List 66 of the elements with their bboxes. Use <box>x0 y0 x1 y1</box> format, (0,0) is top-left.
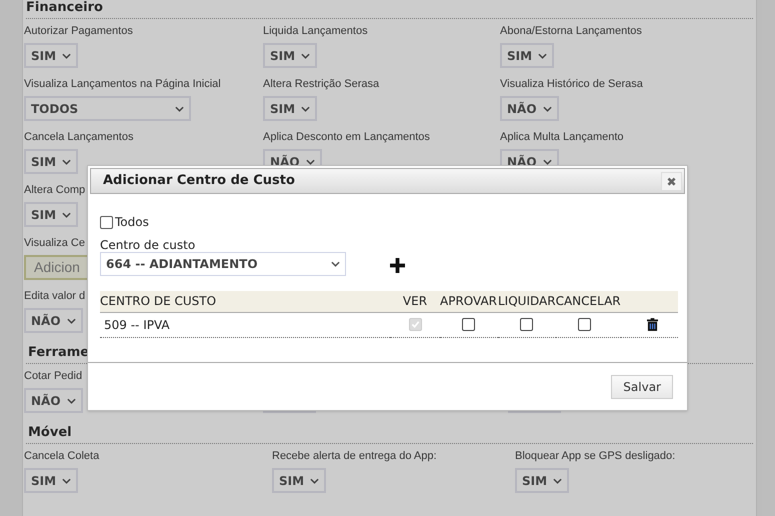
select-field[interactable]: SIM <box>24 202 78 227</box>
chevron-down-icon <box>175 106 184 112</box>
field-label: Cotar Pedid <box>24 369 82 383</box>
field-label: Abona/Estorna Lançamentos <box>500 24 642 38</box>
chevron-down-icon <box>301 52 310 58</box>
select-field[interactable]: SIM <box>24 149 78 174</box>
select-field[interactable]: SIM <box>24 43 78 68</box>
chevron-down-icon <box>62 212 72 218</box>
chevron-down-icon <box>62 52 72 58</box>
field-label: Cancela Lançamentos <box>24 130 134 144</box>
select-field[interactable]: NÃO <box>500 96 559 121</box>
select-field[interactable]: 664 -- ADIANTAMENTO <box>100 252 346 276</box>
select-field[interactable]: NÃO <box>24 308 83 333</box>
chevron-down-icon <box>306 158 315 164</box>
field-label: Recebe alerta de entrega do App: <box>272 449 437 463</box>
field-label: Liquida Lançamentos <box>263 24 368 38</box>
select-field[interactable]: SIM <box>500 43 554 68</box>
field-label: Altera Comp <box>24 183 86 197</box>
chevron-down-icon <box>301 106 310 112</box>
dialog-title: Adicionar Centro de Custo <box>103 172 295 190</box>
field-label: Altera Restrição Serasa <box>263 77 380 91</box>
section-heading: Ferrame <box>28 345 90 360</box>
column-header: VER <box>390 291 440 312</box>
checkbox[interactable] <box>520 318 533 331</box>
field-label: Aplica Multa Lançamento <box>500 130 624 144</box>
section-heading: Móvel <box>28 425 72 440</box>
chevron-down-icon <box>542 106 552 112</box>
chevron-down-icon <box>62 478 72 484</box>
select-field[interactable]: SIM <box>24 468 78 493</box>
chevron-down-icon <box>66 318 76 324</box>
select-field[interactable]: TODOS <box>24 96 191 121</box>
trash-icon[interactable] <box>647 318 658 331</box>
chevron-down-icon <box>553 478 562 484</box>
select-field[interactable]: NÃO <box>24 388 83 413</box>
checkbox[interactable] <box>100 216 113 228</box>
table-cell-text: 509 -- IPVA <box>103 318 170 332</box>
chevron-down-icon <box>66 398 76 404</box>
select-field[interactable]: SIM <box>263 43 318 68</box>
checkbox-label: Todos <box>115 214 149 231</box>
field-label: Visualiza Histórico de Serasa <box>500 77 643 91</box>
field-label: Visualiza Ce <box>24 236 85 250</box>
close-button[interactable]: ✖ <box>661 172 682 190</box>
field-label: Visualiza Lançamentos na Página Inicial <box>24 77 221 91</box>
select-field[interactable]: SIM <box>263 96 318 121</box>
field-label: Cancela Coleta <box>24 449 100 463</box>
checkbox[interactable] <box>578 318 591 331</box>
column-header: LIQUIDAR <box>498 291 556 312</box>
field-label: Aplica Desconto em Lançamentos <box>263 130 430 144</box>
field-label: Autorizar Pagamentos <box>24 24 133 38</box>
field-label: Bloquear App se GPS desligado: <box>515 449 676 463</box>
checkbox[interactable] <box>462 318 475 331</box>
chevron-down-icon <box>310 478 320 484</box>
chevron-down-icon <box>62 158 72 164</box>
chevron-down-icon <box>331 261 340 267</box>
select-field[interactable]: SIM <box>515 468 570 493</box>
chevron-down-icon <box>538 52 548 58</box>
plus-icon[interactable] <box>390 258 405 272</box>
field-label: Centro de custo <box>100 238 196 252</box>
section-heading: Financeiro <box>25 0 103 15</box>
chevron-down-icon <box>542 158 552 164</box>
save-button[interactable]: Salvar <box>611 374 673 398</box>
column-header: APROVAR <box>440 291 498 312</box>
column-header: CANCELAR <box>556 291 621 312</box>
select-field[interactable]: SIM <box>272 468 326 493</box>
field-label: Edita valor d <box>24 289 86 303</box>
column-header: CENTRO DE CUSTO <box>100 291 390 312</box>
